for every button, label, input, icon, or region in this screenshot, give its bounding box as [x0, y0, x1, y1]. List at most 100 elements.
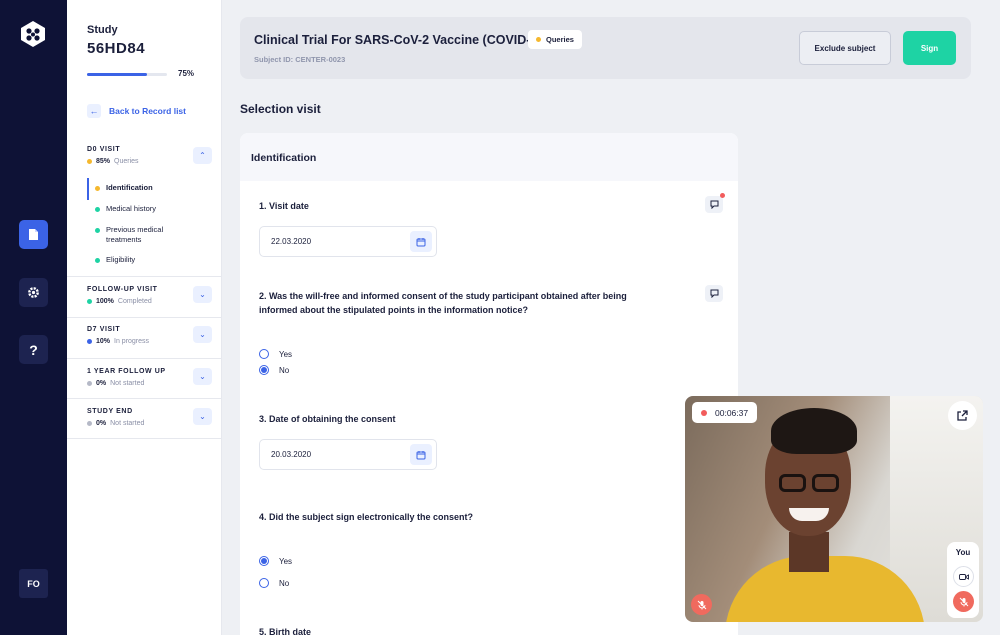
status-dot [87, 339, 92, 344]
comment-button[interactable] [705, 193, 725, 213]
calendar-button[interactable] [410, 444, 432, 465]
status-dot [87, 421, 92, 426]
participant-mute-button[interactable] [691, 594, 712, 615]
divider [67, 358, 222, 359]
comment-button[interactable] [705, 285, 723, 302]
queries-badge[interactable]: Queries [528, 30, 582, 49]
subitem-medical-history[interactable]: Medical history [95, 204, 156, 214]
records-nav-button[interactable] [19, 220, 48, 249]
date-value: 20.03.2020 [271, 450, 312, 459]
exclude-subject-button[interactable]: Exclude subject [799, 31, 891, 65]
visit-status-text: Not started [110, 380, 145, 387]
expand-button[interactable]: ⌄ [193, 408, 212, 425]
q2-option-no[interactable]: No [259, 365, 289, 375]
subitem-identification[interactable]: Identification [95, 183, 153, 193]
visit-status: 0% Not started [87, 380, 144, 387]
sign-button[interactable]: Sign [903, 31, 956, 65]
radio-label: Yes [279, 556, 293, 566]
radio-button[interactable] [259, 556, 269, 566]
radio-button[interactable] [259, 578, 269, 588]
q4-option-no[interactable]: No [259, 578, 289, 588]
visit-status: 100% Completed [87, 298, 152, 305]
calendar-icon [416, 237, 426, 246]
subitem-label: Previous medical treatments [106, 225, 164, 244]
question-4: 4. Did the subject sign electronically t… [259, 512, 474, 522]
participant-video [812, 474, 839, 492]
camera-icon [958, 573, 969, 580]
document-icon [29, 229, 38, 240]
study-id: 56HD84 [87, 40, 146, 57]
user-avatar[interactable]: FO [19, 569, 48, 598]
expand-button[interactable]: ⌄ [193, 368, 212, 385]
q4-option-yes[interactable]: Yes [259, 556, 292, 566]
collapse-button[interactable]: ⌃ [193, 147, 212, 164]
radio-label: No [279, 578, 290, 588]
expand-button[interactable]: ⌄ [193, 326, 212, 343]
expand-button[interactable]: ⌄ [193, 286, 212, 303]
radio-button[interactable] [259, 365, 269, 375]
visit-date-input[interactable]: 22.03.2020 [259, 226, 437, 257]
calendar-button[interactable] [410, 231, 432, 252]
gear-icon [28, 287, 39, 298]
app-rail: ? FO [0, 0, 67, 635]
divider [67, 276, 222, 277]
subitem-label: Eligibility [106, 255, 136, 264]
progress-fill [87, 73, 147, 76]
section-title: Selection visit [240, 102, 321, 116]
chevron-down-icon: ⌄ [199, 412, 206, 421]
question-5: 5. Birth date [259, 627, 312, 635]
visit-title: D7 VISIT [87, 326, 121, 333]
identification-form: Identification 1. Visit date 22.03.2020 … [240, 133, 738, 635]
visit-status: 85% Queries [87, 158, 139, 165]
visit-title: 1 YEAR FOLLOW UP [87, 368, 166, 375]
notification-dot [720, 193, 725, 198]
mic-off-icon [697, 600, 706, 609]
visit-title: STUDY END [87, 408, 133, 415]
app-logo-icon[interactable] [19, 20, 47, 48]
subject-id: Subject ID: CENTER-0023 [254, 55, 346, 64]
status-dot [536, 37, 541, 42]
mic-off-icon [959, 597, 968, 606]
video-call-panel: 00:06:37 You [685, 396, 983, 622]
visit-status-text: Queries [114, 158, 139, 165]
subitem-previous-medical-treatments[interactable]: Previous medical treatments [95, 225, 175, 245]
status-dot [95, 206, 100, 212]
participant-video [771, 408, 857, 454]
radio-label: Yes [279, 349, 293, 359]
status-dot [87, 299, 92, 304]
status-dot [87, 159, 92, 164]
q2-option-yes[interactable]: Yes [259, 349, 292, 359]
back-to-record-list-link[interactable]: ← Back to Record list [87, 104, 186, 118]
consent-date-input[interactable]: 20.03.2020 [259, 439, 437, 470]
camera-button[interactable] [953, 566, 974, 587]
trial-title: Clinical Trial For SARS-CoV-2 Vaccine (C… [254, 33, 549, 47]
chevron-down-icon: ⌄ [199, 330, 206, 339]
help-nav-button[interactable]: ? [19, 335, 48, 364]
question-2: 2. Was the will-free and informed consen… [259, 291, 627, 315]
radio-button[interactable] [259, 349, 269, 359]
comment-icon [710, 200, 718, 209]
calendar-icon [416, 450, 426, 459]
comment-icon [710, 289, 718, 298]
card-title: Identification [251, 152, 317, 164]
visit-status-text: Completed [117, 298, 152, 305]
you-label: You [955, 548, 971, 557]
radio-label: No [279, 365, 290, 375]
divider [67, 398, 222, 399]
self-mute-button[interactable] [953, 591, 974, 612]
question-1: 1. Visit date [259, 201, 309, 211]
visit-title: FOLLOW-UP VISIT [87, 286, 158, 293]
settings-nav-button[interactable] [19, 278, 48, 307]
question-3: 3. Date of obtaining the consent [259, 414, 396, 424]
visit-percent: 0% [96, 380, 107, 387]
subitem-label: Medical history [106, 204, 157, 213]
date-value: 22.03.2020 [271, 237, 312, 246]
popout-button[interactable] [948, 401, 977, 430]
subitem-eligibility[interactable]: Eligibility [95, 255, 135, 265]
visit-status: 10% In progress [87, 338, 149, 345]
participant-video [779, 474, 806, 492]
study-progress-bar [87, 73, 167, 76]
divider [67, 317, 222, 318]
visit-status-text: Not started [110, 420, 145, 427]
question-icon: ? [29, 341, 38, 358]
